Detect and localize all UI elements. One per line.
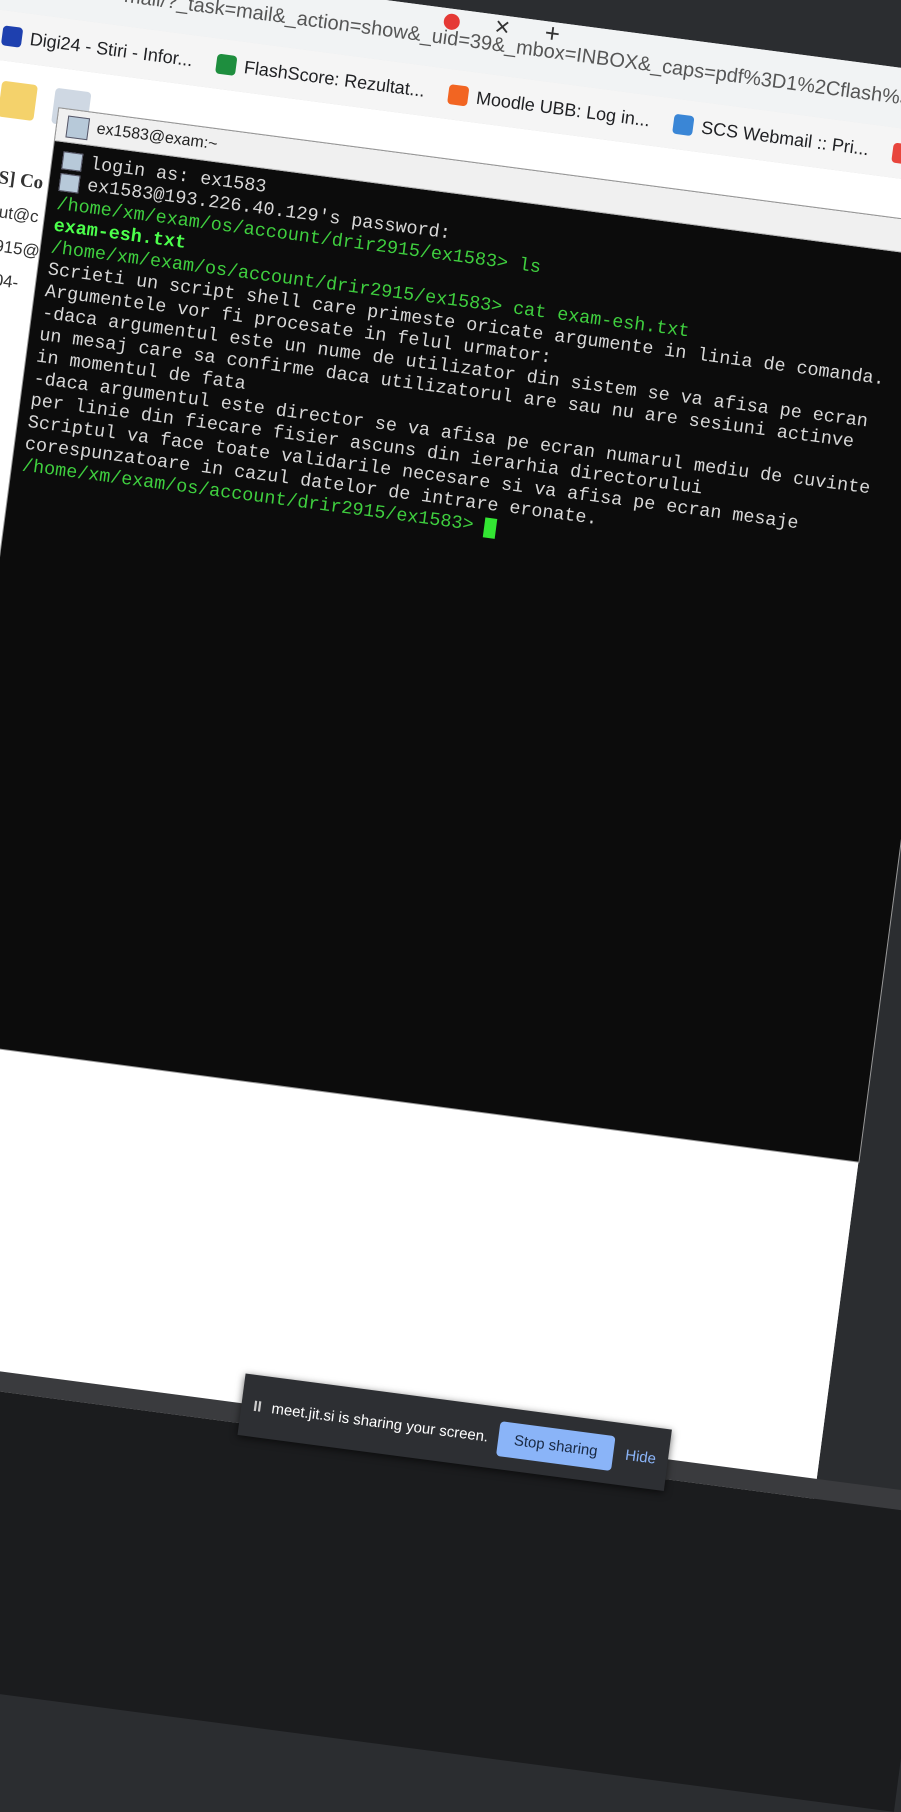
monitor-screen: mail/?_task=mail&_action=show&_uid=39&_m…: [0, 0, 901, 1812]
bookmark-label: Moodle UBB: Log in...: [475, 87, 652, 130]
bookmark-favicon-icon: [891, 142, 901, 165]
bookmark-favicon-icon: [0, 25, 24, 48]
bookmark-favicon-icon: [447, 84, 470, 107]
bookmark-label: FlashScore: Rezultat...: [242, 56, 427, 101]
bookmark-label: SCS Webmail :: Pri...: [700, 116, 871, 159]
putty-icon: [58, 173, 81, 194]
terminal-cursor: [483, 517, 498, 539]
new-tab-button[interactable]: +: [543, 17, 562, 49]
compose-icon[interactable]: [0, 80, 38, 122]
putty-icon: [61, 151, 84, 172]
bookmark-favicon-icon: [672, 113, 695, 137]
bookmark-favicon-icon: [215, 53, 238, 76]
stop-sharing-button[interactable]: Stop sharing: [495, 1420, 616, 1471]
putty-terminal-window[interactable]: ex1583@exam:~ login as: ex1583 ex1583@193…: [0, 108, 901, 1162]
bookmark-label: Digi24 - Stiri - Infor...: [28, 28, 195, 70]
bookmark-item[interactable]: C: [891, 142, 901, 168]
drag-handle-icon[interactable]: II: [252, 1397, 262, 1415]
hide-button[interactable]: Hide: [624, 1446, 657, 1467]
close-tab-button[interactable]: ×: [493, 11, 512, 43]
message-subject: ect [OS] Co: [0, 161, 45, 194]
share-message: meet.jit.si is sharing your screen.: [270, 1399, 490, 1446]
putty-icon: [65, 115, 91, 141]
recording-icon: [442, 12, 461, 31]
